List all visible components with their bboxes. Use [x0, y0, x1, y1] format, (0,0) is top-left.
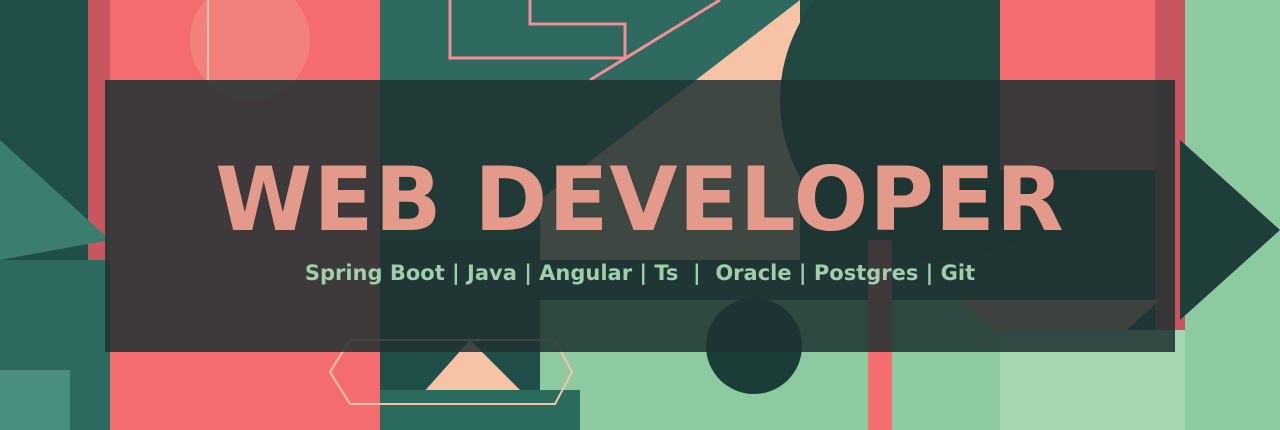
- title-banner: WEB DEVELOPER Spring Boot | Java | Angul…: [105, 80, 1175, 352]
- page-title: WEB DEVELOPER: [215, 148, 1065, 251]
- skills-subtitle: Spring Boot | Java | Angular | Ts | Orac…: [304, 261, 976, 285]
